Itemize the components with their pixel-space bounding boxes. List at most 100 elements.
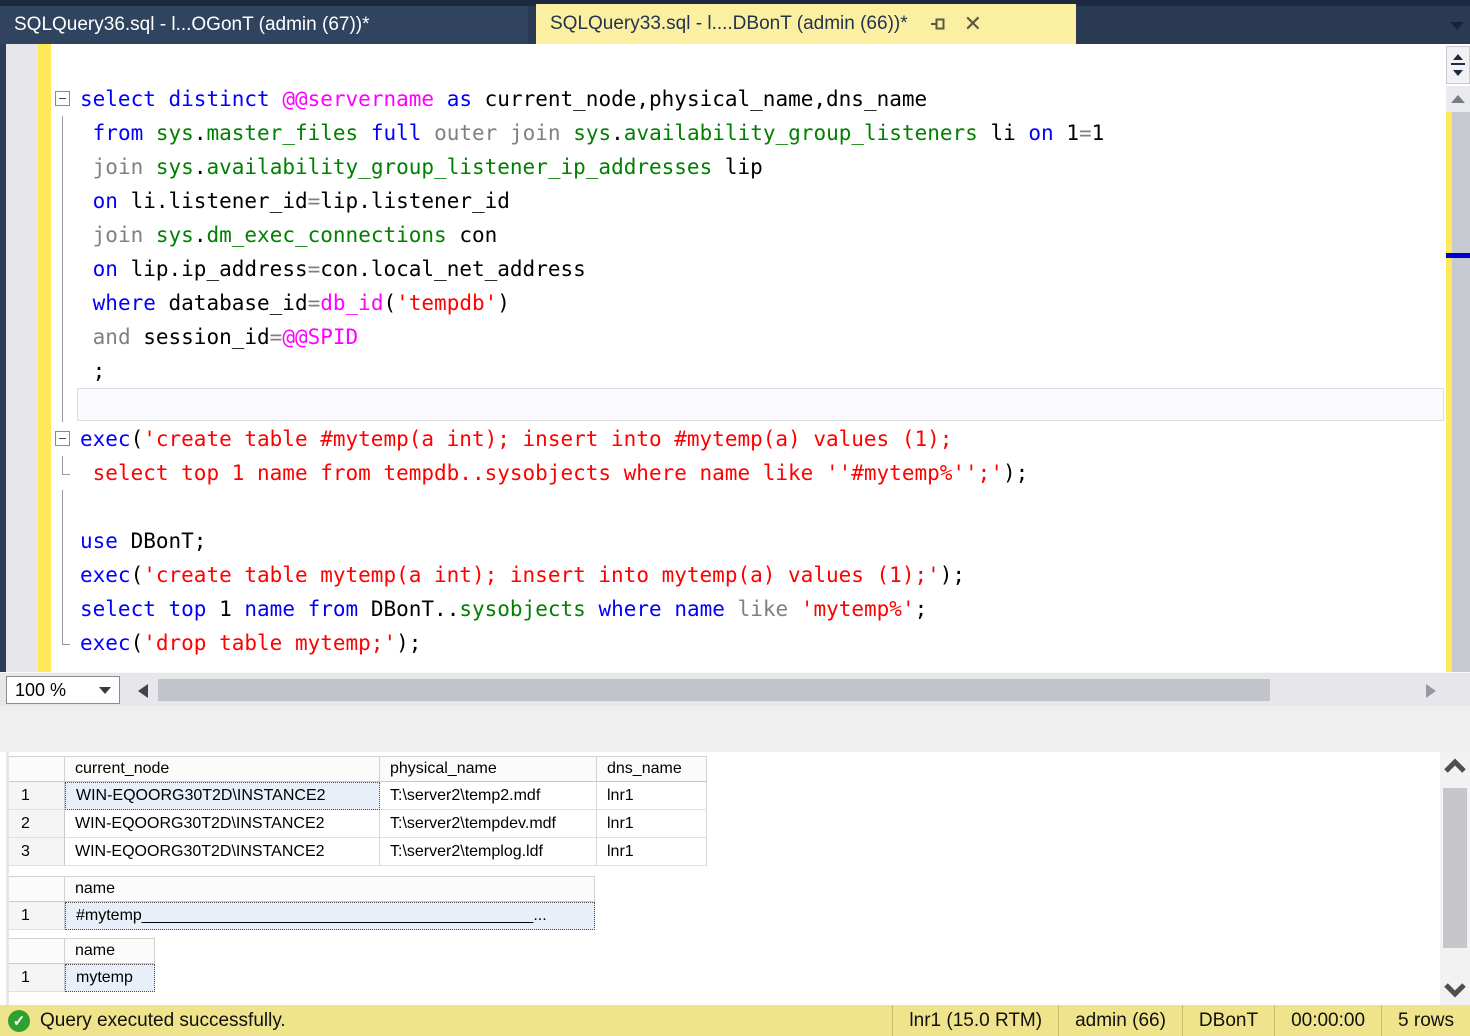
row-number-cell[interactable]: 1 bbox=[8, 782, 65, 810]
success-check-icon: ✓ bbox=[8, 1010, 30, 1032]
status-server: lnr1 (15.0 RTM) bbox=[892, 1005, 1058, 1036]
code-line[interactable]: join sys.availability_group_listener_ip_… bbox=[80, 150, 1104, 184]
zoom-select[interactable]: 100 % bbox=[6, 676, 120, 704]
code-line[interactable]: ; bbox=[80, 354, 1104, 388]
code-line[interactable]: and session_id=@@SPID bbox=[80, 320, 1104, 354]
code-line[interactable]: on lip.ip_address=con.local_net_address bbox=[80, 252, 1104, 286]
code-line[interactable]: select top 1 name from DBonT..sysobjects… bbox=[80, 592, 1104, 626]
fold-connector bbox=[62, 150, 63, 184]
code-line[interactable]: join sys.dm_exec_connections con bbox=[80, 218, 1104, 252]
scrollbar-change-strip bbox=[1446, 112, 1452, 672]
close-icon[interactable]: ✕ bbox=[964, 13, 982, 35]
grid-cell[interactable]: lnr1 bbox=[597, 782, 707, 810]
fold-connector bbox=[62, 490, 63, 524]
column-header[interactable]: physical_name bbox=[380, 756, 597, 782]
editor-vertical-scrollbar[interactable] bbox=[1446, 44, 1470, 672]
status-time: 00:00:00 bbox=[1274, 1005, 1381, 1036]
fold-connector-end bbox=[62, 474, 70, 475]
results-vertical-scrollbar[interactable] bbox=[1440, 752, 1470, 1005]
result-grid: name1mytemp bbox=[8, 938, 155, 992]
fold-connector bbox=[62, 218, 63, 252]
status-database: DBonT bbox=[1182, 1005, 1274, 1036]
fold-connector bbox=[62, 354, 63, 388]
result-grid: name1#mytemp____________________________… bbox=[8, 876, 595, 930]
grid-cell[interactable]: WIN-EQOORG30T2D\INSTANCE2 bbox=[65, 810, 380, 838]
fold-connector bbox=[62, 558, 63, 592]
horizontal-scroll-thumb[interactable] bbox=[158, 679, 1270, 701]
scroll-up-icon[interactable] bbox=[1444, 758, 1466, 774]
grid-cell[interactable]: lnr1 bbox=[597, 838, 707, 866]
scroll-left-icon[interactable] bbox=[138, 684, 148, 698]
grid-cell[interactable]: #mytemp_________________________________… bbox=[65, 902, 595, 930]
table-row: 3WIN-EQOORG30T2D\INSTANCE2T:\server2\tem… bbox=[8, 838, 707, 866]
fold-connector-end bbox=[62, 644, 70, 645]
tab-sqlquery36[interactable]: SQLQuery36.sql - l...OGonT (admin (67))* bbox=[0, 6, 528, 44]
split-editor-grip-icon[interactable] bbox=[1446, 46, 1470, 84]
fold-connector bbox=[62, 116, 63, 150]
fold-margin bbox=[52, 82, 78, 662]
code-line[interactable] bbox=[80, 388, 1104, 422]
results-left-strip bbox=[6, 752, 9, 1005]
code-line[interactable] bbox=[80, 490, 1104, 524]
caret-position-marker bbox=[1446, 253, 1470, 258]
tab-sqlquery33-label: SQLQuery33.sql - l....DBonT (admin (66))… bbox=[550, 13, 908, 35]
result-grid: current_nodephysical_namedns_name 1WIN-EQ… bbox=[8, 756, 707, 866]
editor-scroll-track[interactable] bbox=[1446, 112, 1470, 672]
grid-cell[interactable]: mytemp bbox=[65, 964, 155, 992]
pin-icon[interactable] bbox=[930, 15, 948, 33]
code-line[interactable]: on li.listener_id=lip.listener_id bbox=[80, 184, 1104, 218]
row-number-header[interactable] bbox=[8, 876, 65, 902]
scroll-up-icon[interactable] bbox=[1446, 86, 1470, 112]
editor-glyph-margin bbox=[6, 44, 38, 672]
status-row-count: 5 rows bbox=[1381, 1005, 1470, 1036]
grid-cell[interactable]: T:\server2\tempdev.mdf bbox=[380, 810, 597, 838]
collapse-minus-icon[interactable] bbox=[55, 91, 70, 106]
code-lines[interactable]: select distinct @@servername as current_… bbox=[80, 82, 1104, 660]
row-number-cell[interactable]: 2 bbox=[8, 810, 65, 838]
results-scroll-thumb[interactable] bbox=[1443, 788, 1467, 948]
grid-cell[interactable]: T:\server2\templog.ldf bbox=[380, 838, 597, 866]
code-line[interactable]: where database_id=db_id('tempdb') bbox=[80, 286, 1104, 320]
column-header[interactable]: current_node bbox=[65, 756, 380, 782]
change-tracking-bar bbox=[38, 44, 51, 672]
row-number-header[interactable] bbox=[8, 756, 65, 782]
zoom-value: 100 % bbox=[15, 680, 66, 701]
status-fields: lnr1 (15.0 RTM)admin (66)DBonT00:00:005 … bbox=[892, 1005, 1470, 1036]
status-message: Query executed successfully. bbox=[40, 1010, 286, 1032]
code-line[interactable]: exec('create table #mytemp(a int); inser… bbox=[80, 422, 1104, 456]
document-tabbar: SQLQuery36.sql - l...OGonT (admin (67))*… bbox=[0, 0, 1470, 44]
row-number-header[interactable] bbox=[8, 938, 65, 964]
fold-connector bbox=[62, 388, 63, 422]
row-number-cell[interactable]: 1 bbox=[8, 902, 65, 930]
editor-bottom-bar: 100 % bbox=[0, 672, 1470, 706]
results-tabbar: Results Messages bbox=[0, 706, 1470, 752]
column-header[interactable]: name bbox=[65, 876, 595, 902]
scroll-right-icon[interactable] bbox=[1426, 684, 1436, 698]
table-row: 2WIN-EQOORG30T2D\INSTANCE2T:\server2\tem… bbox=[8, 810, 707, 838]
column-header[interactable]: dns_name bbox=[597, 756, 707, 782]
fold-connector bbox=[62, 626, 63, 644]
fold-connector bbox=[62, 592, 63, 626]
results-grids: current_nodephysical_namedns_name1WIN-EQ… bbox=[0, 752, 1440, 1005]
grid-cell[interactable]: T:\server2\temp2.mdf bbox=[380, 782, 597, 810]
grid-cell[interactable]: lnr1 bbox=[597, 810, 707, 838]
collapse-minus-icon[interactable] bbox=[55, 431, 70, 446]
ssms-window: SQLQuery36.sql - l...OGonT (admin (67))*… bbox=[0, 0, 1470, 1036]
scroll-down-icon[interactable] bbox=[1444, 982, 1466, 998]
grid-cell[interactable]: WIN-EQOORG30T2D\INSTANCE2 bbox=[65, 782, 380, 810]
row-number-cell[interactable]: 3 bbox=[8, 838, 65, 866]
tab-sqlquery33[interactable]: SQLQuery33.sql - l....DBonT (admin (66))… bbox=[536, 4, 1076, 44]
row-number-cell[interactable]: 1 bbox=[8, 964, 65, 992]
code-line[interactable]: exec('drop table mytemp;'); bbox=[80, 626, 1104, 660]
code-line[interactable]: exec('create table mytemp(a int); insert… bbox=[80, 558, 1104, 592]
code-line[interactable]: from sys.master_files full outer join sy… bbox=[80, 116, 1104, 150]
code-line[interactable]: use DBonT; bbox=[80, 524, 1104, 558]
fold-connector bbox=[62, 524, 63, 558]
tab-list-chevron-icon[interactable] bbox=[1450, 22, 1464, 30]
grid-cell[interactable]: WIN-EQOORG30T2D\INSTANCE2 bbox=[65, 838, 380, 866]
code-line[interactable]: select distinct @@servername as current_… bbox=[80, 82, 1104, 116]
code-line[interactable]: select top 1 name from tempdb..sysobject… bbox=[80, 456, 1104, 490]
zoom-dropdown-icon[interactable] bbox=[99, 687, 111, 694]
tab-sqlquery36-label: SQLQuery36.sql - l...OGonT (admin (67))* bbox=[14, 14, 370, 36]
column-header[interactable]: name bbox=[65, 938, 155, 964]
